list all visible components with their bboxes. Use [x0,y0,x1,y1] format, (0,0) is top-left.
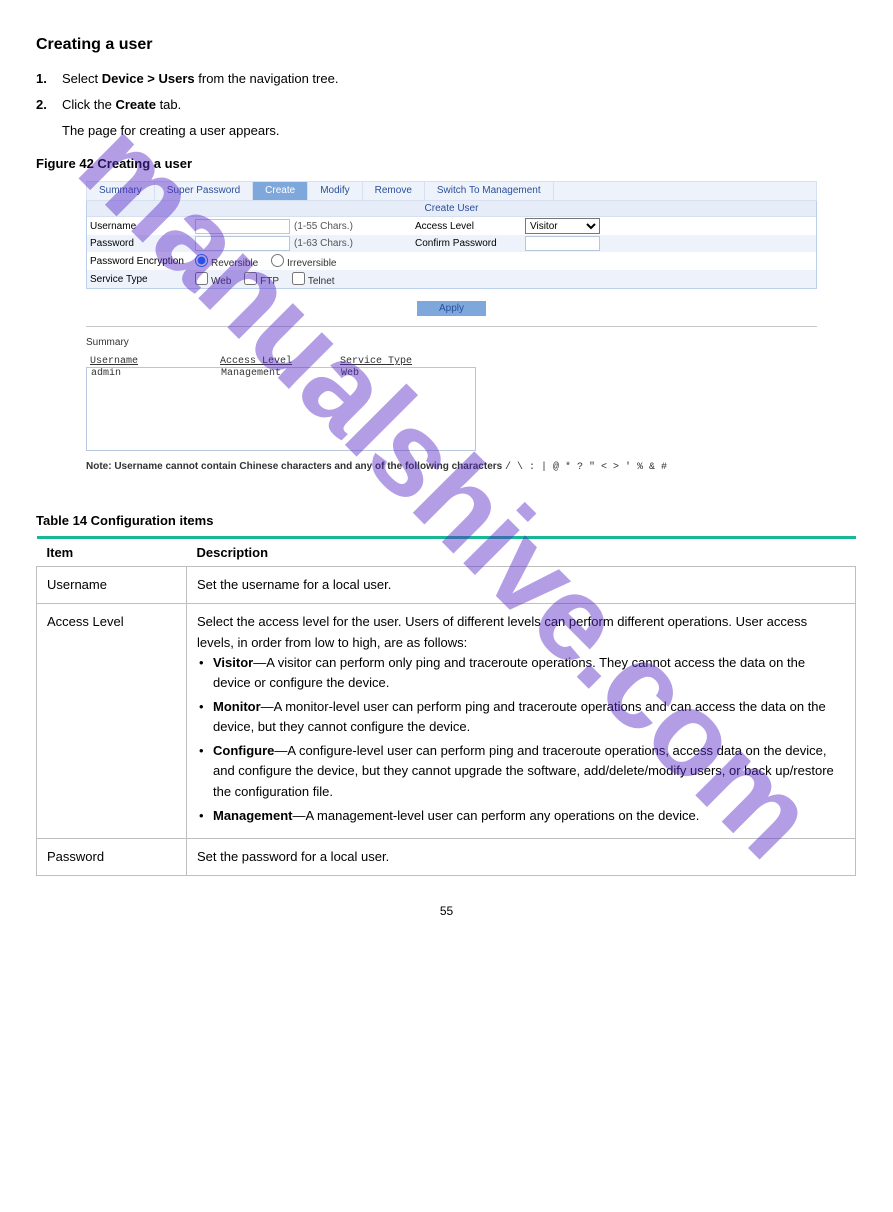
col-service-type: Service Type [340,356,440,367]
service-ftp[interactable]: FTP [244,276,279,287]
cell-service-type: Web [341,368,441,379]
checkbox-telnet[interactable] [292,272,305,285]
password-hint: (1-63 Chars.) [294,238,353,249]
col-username: Username [90,356,220,367]
confirm-password-label: Confirm Password [415,238,525,249]
step-text: The page for creating a user appears. [62,120,280,142]
username-input[interactable] [195,219,290,234]
encryption-irreversible[interactable]: Irreversible [271,258,336,269]
bullet-name: Monitor [213,699,261,714]
step-bold: Device > Users [102,71,195,86]
step-text: Select Device > Users from the navigatio… [62,68,338,90]
desc-access-level: Select the access level for the user. Us… [187,604,856,838]
summary-listbox[interactable]: admin Management Web [86,367,476,451]
item-username: Username [37,567,187,604]
th-item: Item [37,538,187,567]
bullet-name: Configure [213,743,274,758]
note-chars: / \ : | @ * ? " < > ' % & # [505,462,667,473]
apply-button[interactable]: Apply [417,301,486,316]
tab-switch-to-management[interactable]: Switch To Management [425,182,554,200]
cell-access-level: Management [221,368,341,379]
service-web[interactable]: Web [195,276,231,287]
page-title: Creating a user [36,36,857,54]
encryption-label: Password Encryption [90,256,195,267]
radio-irreversible[interactable] [271,254,284,267]
access-level-select[interactable]: Visitor Monitor Configure Management [525,218,600,234]
summary-heading: Summary [86,337,817,348]
password-input[interactable] [195,236,290,251]
table-row: Access Level Select the access level for… [37,604,856,838]
bullet-visitor: Visitor—A visitor can perform only ping … [197,653,845,693]
bullet-monitor: Monitor—A monitor-level user can perform… [197,697,845,737]
summary-table-header: Username Access Level Service Type [86,356,817,367]
checkbox-web-label: Web [211,276,231,287]
bullet-text: —A visitor can perform only ping and tra… [213,655,805,690]
tab-remove[interactable]: Remove [363,182,425,200]
step-tail: from the navigation tree. [195,71,339,86]
bullet-configure: Configure—A configure-level user can per… [197,741,845,801]
cell-username: admin [91,368,221,379]
step-bold: Create [115,97,155,112]
service-type-label: Service Type [90,274,195,285]
radio-reversible[interactable] [195,254,208,267]
access-level-label: Access Level [415,221,525,232]
th-description: Description [187,538,856,567]
procedure-steps: 1. Select Device > Users from the naviga… [36,68,857,142]
tab-bar: Summary Super Password Create Modify Rem… [86,181,817,201]
config-items-table: Item Description Username Set the userna… [36,536,856,876]
table-row[interactable]: admin Management Web [87,368,475,379]
create-user-panel: Create User Username (1-55 Chars.) Acces… [86,201,817,289]
bullet-text: —A configure-level user can perform ping… [213,743,834,798]
table-row: Password Set the password for a local us… [37,838,856,875]
step-number: 1. [36,68,52,90]
step-prefix: Select [62,71,98,86]
note-text: Note: Username cannot contain Chinese ch… [86,461,817,473]
step-prefix: Click the [62,97,112,112]
step-text: Click the Create tab. [62,94,181,116]
screenshot-panel: Summary Super Password Create Modify Rem… [86,181,817,473]
password-label: Password [90,238,195,249]
service-telnet[interactable]: Telnet [292,276,335,287]
tab-modify[interactable]: Modify [308,182,362,200]
radio-irreversible-label: Irreversible [287,258,336,269]
step-number: 2. [36,94,52,116]
bullet-name: Visitor [213,655,253,670]
bullet-management: Management—A management-level user can p… [197,806,845,826]
checkbox-web[interactable] [195,272,208,285]
page-number: 55 [36,904,857,918]
encryption-reversible[interactable]: Reversible [195,258,258,269]
bullet-text: —A monitor-level user can perform ping a… [213,699,826,734]
panel-title: Create User [87,201,816,217]
step-number [36,120,52,142]
checkbox-ftp[interactable] [244,272,257,285]
bullet-name: Management [213,808,292,823]
username-label: Username [90,221,195,232]
checkbox-telnet-label: Telnet [308,276,335,287]
tab-summary[interactable]: Summary [87,182,155,200]
col-access-level: Access Level [220,356,340,367]
step-tail: tab. [156,97,181,112]
item-password: Password [37,838,187,875]
figure-caption: Figure 42 Creating a user [36,156,857,171]
checkbox-ftp-label: FTP [260,276,279,287]
bullet-text: —A management-level user can perform any… [292,808,699,823]
desc-password: Set the password for a local user. [187,838,856,875]
username-hint: (1-55 Chars.) [294,221,353,232]
desc-username: Set the username for a local user. [187,567,856,604]
item-access-level: Access Level [37,604,187,838]
table-caption: Table 14 Configuration items [36,513,857,528]
radio-reversible-label: Reversible [211,258,258,269]
confirm-password-input[interactable] [525,236,600,251]
tab-super-password[interactable]: Super Password [155,182,253,200]
note-prefix: Note: Username cannot contain Chinese ch… [86,461,505,472]
desc-intro: Select the access level for the user. Us… [197,612,845,652]
tab-create[interactable]: Create [253,182,308,200]
table-row: Username Set the username for a local us… [37,567,856,604]
